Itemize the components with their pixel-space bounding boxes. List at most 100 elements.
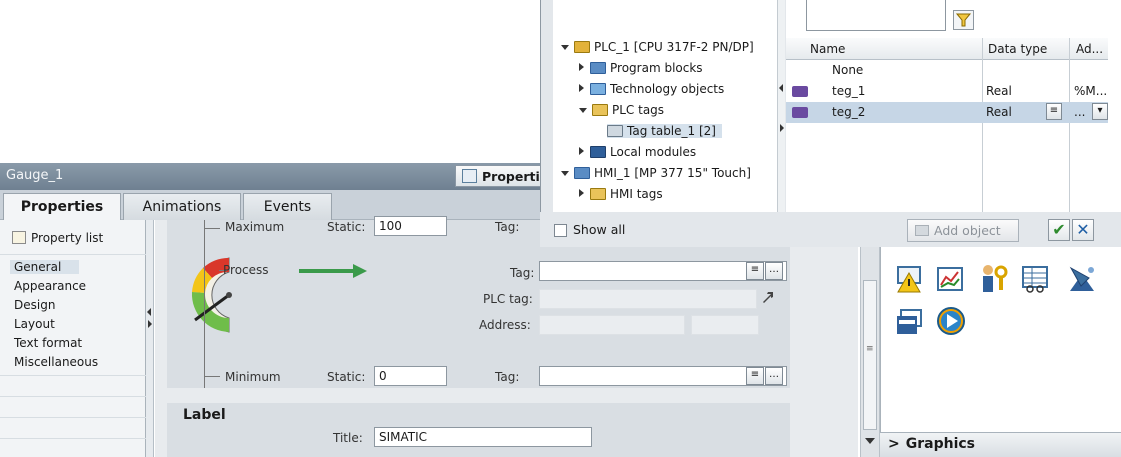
column-header-address[interactable]: Ad... [1076, 42, 1103, 56]
expanded-icon[interactable] [579, 108, 587, 113]
process-arrow-icon [299, 264, 367, 278]
expanded-icon[interactable] [561, 171, 569, 176]
tree-node-local-modules[interactable]: Local modules [579, 145, 696, 159]
tree-node-technology-objects[interactable]: Technology objects [579, 82, 724, 96]
vertical-scrollbar[interactable]: ≡ [860, 220, 880, 457]
property-list-label: Property list [31, 231, 104, 245]
expand-right-icon[interactable] [780, 124, 784, 132]
grid-header: Name Data type Ad... [786, 38, 1108, 60]
property-list-icon [12, 231, 26, 244]
expanded-icon[interactable] [561, 45, 569, 50]
browse-button[interactable]: … [765, 367, 783, 385]
property-nav: Property list General Appearance Design … [0, 220, 146, 457]
dropdown-button[interactable]: ▾ [1092, 103, 1108, 120]
tree-node-label: Technology objects [610, 82, 725, 96]
nav-item-text-format[interactable]: Text format [14, 336, 82, 350]
column-header-datatype[interactable]: Data type [988, 42, 1047, 56]
sysdiag-icon[interactable] [1067, 264, 1097, 294]
tree-node-label: PLC_1 [CPU 317F-2 PN/DP] [594, 40, 754, 54]
add-object-button[interactable]: Add object [907, 219, 1019, 242]
range-bracket-line [204, 228, 220, 229]
tree-node-plc[interactable]: PLC_1 [CPU 317F-2 PN/DP] [561, 40, 754, 54]
maximum-static-input[interactable]: 100 [374, 216, 447, 236]
tag-table-icon [607, 125, 623, 137]
tree-node-hmi-tags[interactable]: HMI tags [579, 187, 663, 201]
scrollbar-thumb[interactable] [863, 280, 877, 430]
graphics-section-header[interactable]: > Graphics [880, 432, 1121, 457]
plc-tag-label: PLC tag: [483, 292, 533, 306]
media-player-icon[interactable] [895, 308, 923, 336]
table-row[interactable]: teg_1 Real %M... [786, 81, 1108, 102]
tree-node-plc-tags[interactable]: PLC tags [579, 103, 664, 117]
tree-node-label: HMI tags [610, 187, 663, 201]
column-header-name[interactable]: Name [810, 42, 845, 56]
right-spacer [803, 220, 858, 457]
minimum-static-input[interactable]: 0 [374, 366, 447, 386]
maximum-tag-label: Tag: [495, 220, 520, 234]
nav-divider [0, 375, 146, 376]
add-object-label: Add object [934, 223, 1001, 238]
collapsed-icon[interactable] [579, 63, 584, 71]
nav-divider [0, 417, 146, 418]
nav-item-general[interactable]: General [10, 260, 80, 274]
nav-item-layout[interactable]: Layout [14, 317, 55, 331]
project-tree: PLC_1 [CPU 317F-2 PN/DP] Program blocks … [553, 0, 777, 212]
toolbox-panel [880, 220, 1121, 457]
tree-node-hmi[interactable]: HMI_1 [MP 377 15" Touch] [561, 166, 751, 180]
list-icon[interactable]: ≡ [1046, 103, 1062, 120]
tab-events[interactable]: Events [243, 193, 332, 220]
play-button-icon[interactable] [936, 306, 966, 336]
properties-view-button[interactable]: Properti [455, 165, 545, 187]
title-input[interactable]: SIMATIC [374, 427, 592, 447]
property-list-button[interactable]: Property list [12, 231, 103, 245]
tag-address: ... [1074, 105, 1086, 119]
tree-node-label: Local modules [610, 145, 697, 159]
tree-node-program-blocks[interactable]: Program blocks [579, 61, 703, 75]
tab-properties[interactable]: Properties [3, 193, 121, 220]
filter-button[interactable] [953, 10, 974, 30]
table-row-selected[interactable]: teg_2 Real ≡ ... ▾ [786, 102, 1108, 123]
browse-button[interactable]: … [765, 262, 783, 280]
tree-splitter[interactable] [777, 0, 785, 212]
tree-node-tag-table[interactable]: Tag table_1 [2] [607, 124, 722, 138]
grip-icon: ≡ [866, 344, 874, 354]
alarm-view-icon[interactable] [895, 265, 923, 293]
collapse-left-icon[interactable] [147, 308, 151, 316]
folder-icon [590, 62, 606, 74]
graphics-section-label: Graphics [905, 436, 975, 452]
table-row[interactable]: None [786, 60, 1108, 81]
funnel-icon [955, 13, 972, 27]
ok-button[interactable]: ✔ [1048, 219, 1070, 241]
nav-splitter[interactable] [146, 220, 154, 457]
minimum-label: Minimum [225, 370, 281, 384]
collapse-left-icon[interactable] [779, 84, 783, 92]
nav-item-design[interactable]: Design [14, 298, 55, 312]
expand-right-icon[interactable] [148, 320, 152, 328]
add-object-icon [915, 225, 929, 236]
address-field [539, 315, 685, 335]
show-all-checkbox[interactable] [554, 224, 567, 237]
address-field-2 [691, 315, 759, 335]
tag-name: teg_2 [832, 105, 866, 119]
trend-view-icon[interactable] [936, 265, 964, 293]
recipe-view-icon[interactable] [1021, 265, 1049, 293]
process-label: Process [223, 263, 269, 277]
tab-animations[interactable]: Animations [123, 193, 241, 220]
tag-icon [792, 86, 808, 97]
user-view-icon[interactable] [979, 264, 1009, 294]
tag-name: teg_1 [832, 84, 866, 98]
collapsed-icon[interactable] [579, 84, 584, 92]
list-icon[interactable]: ≡ [746, 367, 764, 385]
list-icon[interactable]: ≡ [746, 262, 764, 280]
cancel-button[interactable]: ✕ [1072, 219, 1094, 241]
nav-item-miscellaneous[interactable]: Miscellaneous [14, 355, 98, 369]
tag-icon [792, 107, 808, 118]
tree-node-label: Tag table_1 [2] [627, 124, 716, 138]
goto-arrow-icon[interactable] [761, 290, 775, 304]
collapsed-icon[interactable] [579, 147, 584, 155]
collapsed-icon[interactable] [579, 189, 584, 197]
range-bracket-line [204, 220, 205, 388]
nav-item-appearance[interactable]: Appearance [14, 279, 86, 293]
filter-input[interactable] [806, 0, 946, 31]
scroll-down-icon[interactable] [865, 438, 875, 444]
